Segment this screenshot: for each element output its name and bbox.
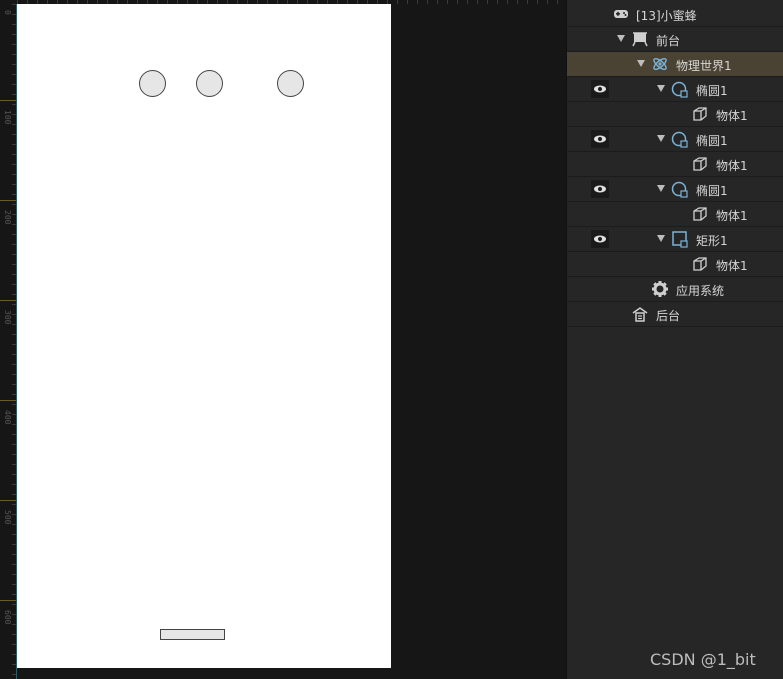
tree-row-body[interactable]: 物体1 (567, 252, 783, 277)
backstage-icon (632, 307, 648, 322)
eye-icon[interactable] (591, 230, 609, 248)
expand-triangle-icon[interactable] (657, 85, 665, 92)
eye-icon[interactable] (591, 80, 609, 98)
ruler-ticks (12, 4, 16, 679)
ruler-major-tick (0, 100, 16, 101)
ruler-major-tick (0, 600, 16, 601)
eye-icon[interactable] (591, 180, 609, 198)
tree-row-foreground[interactable]: 前台 (567, 27, 783, 52)
stage-canvas[interactable] (17, 4, 391, 668)
rectangle-icon (672, 231, 688, 248)
ellipse-icon (671, 131, 688, 148)
ruler-major-tick (0, 300, 16, 301)
tree-row-label: 椭圆1 (696, 84, 728, 98)
object-tree-panel: [13]小蜜蜂 前台 物理世界1 椭圆1 物体1 椭圆1 物体1 椭圆1 物体1… (566, 0, 783, 679)
ellipse-icon (671, 181, 688, 198)
ruler-label: 300 (3, 310, 12, 325)
tree-row-label: 椭圆1 (696, 184, 728, 198)
gear-icon (652, 281, 668, 297)
stage-icon (632, 32, 648, 47)
tree-row-rectangle[interactable]: 矩形1 (567, 227, 783, 252)
expand-triangle-icon[interactable] (657, 235, 665, 242)
tree-row-label: 应用系统 (676, 284, 725, 298)
tree-row-label: 物体1 (716, 159, 748, 173)
watermark: CSDN @1_bit (650, 650, 756, 669)
tree-row-project[interactable]: [13]小蜜蜂 (567, 2, 783, 27)
rectangle-paddle[interactable] (160, 629, 225, 640)
tree-row-label: 后台 (656, 309, 681, 323)
tree-row-app-system[interactable]: 应用系统 (567, 277, 783, 302)
ruler-major-tick (0, 400, 16, 401)
expand-triangle-icon[interactable] (657, 135, 665, 142)
ruler-label: 200 (3, 210, 12, 225)
physics-world-icon (653, 57, 667, 71)
ellipse-ball-2[interactable] (196, 70, 223, 97)
body-cube-icon (693, 107, 707, 121)
tree-row-body[interactable]: 物体1 (567, 202, 783, 227)
ruler-label: 500 (3, 510, 12, 525)
ruler-major-tick (0, 500, 16, 501)
ellipse-icon (671, 81, 688, 98)
tree-row-label: 物理世界1 (676, 59, 732, 73)
tree-row-label: 物体1 (716, 259, 748, 273)
tree-row-body[interactable]: 物体1 (567, 102, 783, 127)
expand-triangle-icon[interactable] (637, 60, 645, 67)
tree-row-label: 椭圆1 (696, 134, 728, 148)
tree-row-label: 矩形1 (696, 234, 728, 248)
tree-row-backstage[interactable]: 后台 (567, 302, 783, 327)
ellipse-ball-3[interactable] (277, 70, 304, 97)
ruler-label: 600 (3, 610, 12, 625)
vertical-ruler: 0 100 200 300 400 500 600 (0, 4, 17, 679)
tree-row-ellipse[interactable]: 椭圆1 (567, 77, 783, 102)
tree-row-physics-world[interactable]: 物理世界1 (567, 52, 783, 77)
ruler-major-tick (0, 200, 16, 201)
body-cube-icon (693, 157, 707, 171)
body-cube-icon (693, 257, 707, 271)
expand-triangle-icon[interactable] (617, 35, 625, 42)
ruler-label: 100 (3, 110, 12, 125)
gamepad-icon (614, 10, 628, 18)
tree-row-label: 物体1 (716, 109, 748, 123)
body-cube-icon (693, 207, 707, 221)
ruler-label: 400 (3, 410, 12, 425)
tree-row-label: [13]小蜜蜂 (636, 9, 697, 23)
ellipse-ball-1[interactable] (139, 70, 166, 97)
tree-row-ellipse[interactable]: 椭圆1 (567, 177, 783, 202)
eye-icon[interactable] (591, 130, 609, 148)
expand-triangle-icon[interactable] (657, 185, 665, 192)
tree-row-label: 前台 (656, 34, 681, 48)
tree-row-body[interactable]: 物体1 (567, 152, 783, 177)
ruler-label: 0 (3, 10, 12, 15)
tree-row-ellipse[interactable]: 椭圆1 (567, 127, 783, 152)
tree-row-label: 物体1 (716, 209, 748, 223)
